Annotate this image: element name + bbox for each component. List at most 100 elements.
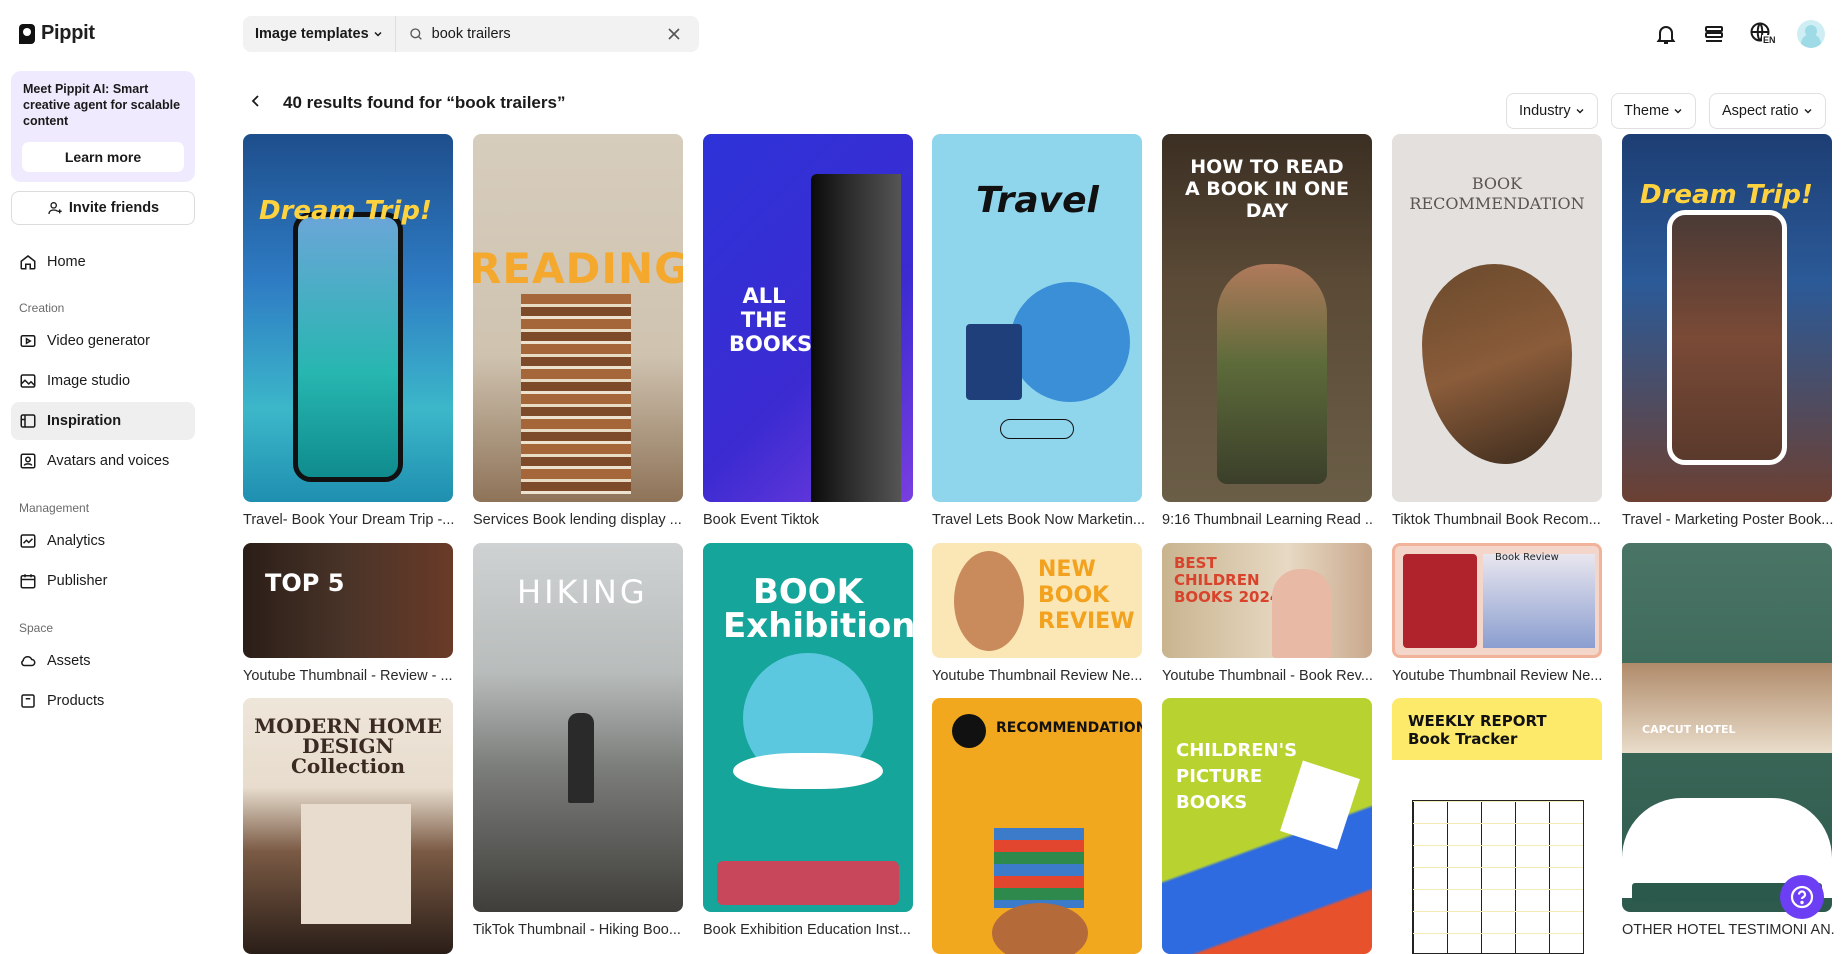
language-code: EN	[1762, 35, 1777, 45]
thumbnail-text: BEST CHILDREN BOOKS 2024	[1174, 554, 1281, 606]
thumbnail-text: TOP 5	[265, 569, 345, 597]
avatar[interactable]	[1797, 20, 1825, 48]
thumbnail-text: Dream Trip!	[1640, 180, 1813, 210]
image-studio-icon	[20, 374, 36, 388]
promo-card: Meet Pippit AI: Smart creative agent for…	[11, 71, 195, 182]
inspiration-icon	[20, 414, 36, 428]
template-thumbnail: Travel	[932, 134, 1142, 502]
template-title: Book Exhibition Education Inst...	[703, 922, 911, 938]
template-thumbnail: CAPCUT HOTEL	[1622, 543, 1832, 912]
language-button[interactable]: EN	[1749, 21, 1777, 47]
template-title: Travel- Book Your Dream Trip -...	[243, 512, 455, 528]
filter-theme[interactable]: Theme	[1611, 93, 1697, 129]
template-title: Travel - Marketing Poster Book...	[1622, 512, 1834, 528]
thumbnail-text: ALL THE BOOKS	[729, 284, 813, 356]
nav-home[interactable]: Home	[11, 243, 195, 281]
nav-video-generator-label: Video generator	[47, 333, 150, 349]
thumbnail-text: BOOK Exhibition	[723, 572, 913, 646]
filter-industry[interactable]: Industry	[1506, 93, 1598, 129]
template-title: Book Event Tiktok	[703, 512, 820, 528]
template-thumbnail: CHILDREN'S PICTURE BOOKS	[1162, 698, 1372, 954]
chevron-down-icon	[374, 31, 382, 37]
template-title: TikTok Thumbnail - Hiking Boo...	[473, 922, 681, 938]
pippit-logo[interactable]: Pippit	[19, 22, 95, 45]
filter-theme-label: Theme	[1624, 103, 1670, 119]
cloud-icon	[21, 655, 36, 667]
template-title: 9:16 Thumbnail Learning Read ...	[1162, 512, 1374, 528]
top-icons: EN	[1653, 20, 1825, 48]
nav-avatars-voices-label: Avatars and voices	[47, 453, 170, 469]
close-icon[interactable]	[667, 27, 681, 41]
template-thumbnail: HIKING	[473, 543, 683, 912]
bell-icon[interactable]	[1653, 21, 1679, 47]
chevron-down-icon	[1674, 109, 1682, 114]
back-arrow-icon[interactable]	[248, 93, 264, 109]
template-thumbnail: Dream Trip!	[243, 134, 453, 502]
template-thumbnail: WEEKLY REPORT Book Tracker	[1392, 698, 1602, 954]
template-type-dropdown[interactable]: Image templates	[243, 16, 396, 52]
template-title: OTHER HOTEL TESTIMONI AN...	[1622, 922, 1834, 938]
chevron-down-icon	[1804, 109, 1812, 114]
section-management: Management	[19, 501, 90, 515]
template-thumbnail: TOP 5	[243, 543, 453, 658]
nav-video-generator[interactable]: Video generator	[11, 322, 195, 360]
learn-more-button[interactable]: Learn more	[22, 142, 184, 172]
video-generator-icon	[20, 335, 36, 347]
pippit-logo-icon	[19, 23, 35, 44]
search-icon	[409, 28, 422, 40]
chevron-down-icon	[1576, 109, 1584, 114]
template-thumbnail: Book Review	[1392, 543, 1602, 658]
sidebar: Pippit Meet Pippit AI: Smart creative ag…	[0, 0, 208, 954]
nav-assets[interactable]: Assets	[11, 642, 195, 680]
template-title: Tiktok Thumbnail Book Recom...	[1392, 512, 1601, 528]
add-user-icon	[48, 202, 62, 215]
template-title: Youtube Thumbnail Review Ne...	[1392, 668, 1603, 684]
thumbnail-text: HOW TO READ A BOOK IN ONE DAY	[1184, 156, 1350, 222]
invite-friends-label: Invite friends	[68, 200, 160, 216]
nav-products[interactable]: Products	[11, 682, 195, 720]
nav-avatars-voices[interactable]: Avatars and voices	[11, 442, 195, 480]
template-thumbnail: ALL THE BOOKS	[703, 134, 913, 502]
product-box-icon	[21, 694, 35, 708]
analytics-icon	[20, 534, 36, 548]
thumbnail-text: MODERN HOME DESIGN Collection	[254, 714, 442, 778]
nav-publisher[interactable]: Publisher	[11, 562, 195, 600]
home-icon	[20, 255, 36, 270]
stack-icon[interactable]	[1701, 21, 1727, 47]
app-name: Pippit	[41, 22, 95, 44]
thumbnail-text: CHILDREN'S PICTURE BOOKS	[1176, 740, 1298, 813]
thumbnail-text: Dream Trip!	[259, 196, 432, 226]
template-title: Services Book lending display ...	[473, 512, 682, 528]
nav-analytics[interactable]: Analytics	[11, 522, 195, 560]
promo-text: Meet Pippit AI: Smart creative agent for…	[23, 82, 181, 128]
template-title: Youtube Thumbnail - Book Rev...	[1162, 668, 1373, 684]
nav-home-label: Home	[47, 254, 86, 270]
results-title: 40 results found for “book trailers”	[283, 93, 566, 112]
thumbnail-text: Travel	[976, 180, 1099, 221]
thumbnail-text: HIKING	[517, 573, 648, 611]
nav-inspiration-label: Inspiration	[47, 413, 122, 429]
template-type-value: Image templates	[255, 26, 369, 42]
nav-analytics-label: Analytics	[47, 533, 106, 549]
filter-industry-label: Industry	[1519, 103, 1571, 119]
nav-image-studio[interactable]: Image studio	[11, 362, 195, 400]
thumbnail-text: READING	[473, 244, 683, 293]
template-thumbnail: NEW BOOK REVIEW	[932, 543, 1142, 658]
template-thumbnail: RECOMMENDATION	[932, 698, 1142, 954]
help-button[interactable]	[1780, 875, 1824, 919]
template-thumbnail: HOW TO READ A BOOK IN ONE DAY	[1162, 134, 1372, 502]
template-title: Youtube Thumbnail - Review - ...	[243, 668, 453, 684]
invite-friends-button[interactable]: Invite friends	[11, 191, 195, 225]
nav-inspiration[interactable]: Inspiration	[11, 402, 195, 440]
avatar-voice-icon	[20, 453, 36, 469]
filter-aspect-ratio-label: Aspect ratio	[1722, 103, 1799, 119]
search-bar: Image templates	[243, 16, 699, 52]
thumbnail-text: NEW BOOK REVIEW	[1038, 557, 1135, 634]
nav-publisher-label: Publisher	[47, 573, 108, 589]
template-thumbnail: Dream Trip!	[1622, 134, 1832, 502]
section-space: Space	[19, 621, 54, 635]
search-input[interactable]	[431, 26, 667, 42]
filter-aspect-ratio[interactable]: Aspect ratio	[1709, 93, 1826, 129]
template-title: Travel Lets Book Now Marketin...	[932, 512, 1144, 528]
template-thumbnail: BOOK RECOMMENDATION	[1392, 134, 1602, 502]
